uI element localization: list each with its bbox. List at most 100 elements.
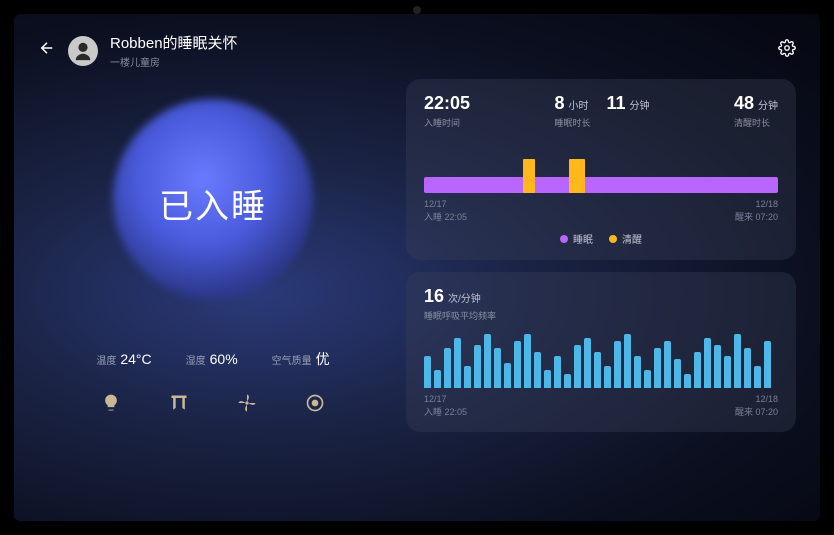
avatar[interactable]	[68, 36, 98, 66]
speaker-icon[interactable]	[303, 391, 327, 415]
breath-axis-start: 12/17 入睡 22:05	[424, 394, 467, 418]
breath-bar	[564, 374, 571, 388]
left-panel: 已入睡 温度 24°C 湿度 60% 空气质量 优	[38, 79, 388, 503]
sleep-axis: 12/17 入睡 22:05 12/18 醒来 07:20	[424, 199, 778, 223]
breath-bar	[534, 352, 541, 388]
legend-awake-swatch	[609, 235, 617, 243]
header: Robben的睡眠关怀 一楼儿童房	[38, 32, 796, 69]
sleep-card[interactable]: 22:05 入睡时间 8小时 11分钟 睡眠时长 48分钟	[406, 79, 796, 260]
content: 已入睡 温度 24°C 湿度 60% 空气质量 优	[38, 79, 796, 503]
page-title: Robben的睡眠关怀	[110, 32, 238, 53]
back-icon[interactable]	[38, 39, 56, 62]
awake-segment-1	[523, 159, 535, 193]
page-subtitle: 一楼儿童房	[110, 54, 238, 69]
env-air: 空气质量 优	[272, 349, 330, 369]
breath-bar	[424, 356, 431, 388]
breath-value: 16	[424, 286, 444, 307]
status-text: 已入睡	[159, 179, 267, 228]
awake-mins: 48	[734, 93, 754, 114]
fall-asleep-stat: 22:05 入睡时间	[424, 93, 470, 129]
breath-label: 睡眠呼吸平均频率	[424, 309, 778, 322]
curtain-icon[interactable]	[167, 391, 191, 415]
breath-bar	[544, 370, 551, 388]
axis-end-date: 12/18	[735, 199, 778, 209]
breath-bar	[584, 338, 591, 388]
right-panel: 22:05 入睡时间 8小时 11分钟 睡眠时长 48分钟	[406, 79, 796, 503]
breath-bar	[704, 338, 711, 388]
sleep-axis-start: 12/17 入睡 22:05	[424, 199, 467, 223]
breath-bar	[524, 334, 531, 388]
breath-axis-start-date: 12/17	[424, 394, 467, 404]
breath-bar	[654, 348, 661, 388]
breath-card-header: 16 次/分钟 睡眠呼吸平均频率	[424, 286, 778, 322]
breath-bar	[734, 334, 741, 388]
header-titles: Robben的睡眠关怀 一楼儿童房	[110, 32, 238, 69]
fall-asleep-time: 22:05	[424, 93, 470, 114]
breath-bar	[504, 363, 511, 388]
env-humidity-label: 湿度	[186, 352, 206, 367]
duration-hours-unit: 小时	[569, 97, 589, 112]
awake-segment-2	[569, 159, 585, 193]
duration-mins: 11	[607, 93, 626, 114]
sleep-segment	[424, 177, 778, 193]
env-temp-label: 温度	[96, 352, 116, 367]
env-temperature: 温度 24°C	[96, 351, 151, 367]
breath-bar	[684, 374, 691, 388]
breath-bar	[754, 366, 761, 388]
breath-bar	[644, 370, 651, 388]
breath-unit: 次/分钟	[448, 290, 481, 305]
env-air-value: 优	[316, 349, 330, 369]
fall-asleep-label: 入睡时间	[424, 116, 470, 129]
breath-bar	[714, 345, 721, 388]
env-humidity: 湿度 60%	[186, 351, 238, 367]
breath-bar	[494, 348, 501, 388]
breath-axis-end-label: 醒来 07:20	[735, 405, 778, 418]
breath-bar	[764, 341, 771, 388]
breath-bar	[514, 341, 521, 388]
breath-bar	[444, 348, 451, 388]
screen: Robben的睡眠关怀 一楼儿童房 已入睡 温度 24°C	[14, 14, 820, 521]
duration-label: 睡眠时长	[554, 116, 649, 129]
env-air-label: 空气质量	[272, 352, 312, 367]
sleep-card-header: 22:05 入睡时间 8小时 11分钟 睡眠时长 48分钟	[424, 93, 778, 129]
light-icon[interactable]	[99, 391, 123, 415]
env-humidity-value: 60%	[210, 351, 238, 367]
breath-bar	[474, 345, 481, 388]
device-icons	[99, 391, 327, 415]
sleep-legend: 睡眠 清醒	[424, 231, 778, 246]
front-camera	[413, 6, 421, 14]
breath-bar	[724, 356, 731, 388]
breath-bar	[554, 356, 561, 388]
breath-bar	[624, 334, 631, 388]
breath-bar	[634, 356, 641, 388]
breath-axis: 12/17 入睡 22:05 12/18 醒来 07:20	[424, 394, 778, 418]
awake-label: 清醒时长	[734, 116, 778, 129]
legend-awake-label: 清醒	[622, 231, 642, 246]
breath-axis-end-date: 12/18	[735, 394, 778, 404]
breath-bar	[744, 348, 751, 388]
awake-mins-unit: 分钟	[758, 97, 778, 112]
sleep-axis-end: 12/18 醒来 07:20	[735, 199, 778, 223]
fan-icon[interactable]	[235, 391, 259, 415]
legend-sleep-label: 睡眠	[573, 231, 593, 246]
legend-sleep-swatch	[560, 235, 568, 243]
breath-card[interactable]: 16 次/分钟 睡眠呼吸平均频率 12/17 入睡 22:05 12/18 醒来 …	[406, 272, 796, 432]
settings-icon[interactable]	[778, 39, 796, 62]
breath-bar	[604, 366, 611, 388]
breath-bar	[664, 341, 671, 388]
breath-chart	[424, 334, 778, 388]
breath-bar	[694, 352, 701, 388]
tablet-frame: Robben的睡眠关怀 一楼儿童房 已入睡 温度 24°C	[0, 0, 834, 535]
axis-start-label: 入睡 22:05	[424, 210, 467, 223]
breath-bar	[574, 345, 581, 388]
breath-bar	[614, 341, 621, 388]
breath-bar	[594, 352, 601, 388]
breath-bar	[484, 334, 491, 388]
axis-end-label: 醒来 07:20	[735, 210, 778, 223]
breath-bar	[674, 359, 681, 388]
environment-stats: 温度 24°C 湿度 60% 空气质量 优	[96, 349, 329, 369]
awake-stat: 48 分钟 清醒时长	[734, 93, 778, 129]
duration-hours: 8	[554, 93, 564, 114]
breath-axis-end: 12/18 醒来 07:20	[735, 394, 778, 418]
duration-stat: 8小时 11分钟 睡眠时长	[554, 93, 649, 129]
